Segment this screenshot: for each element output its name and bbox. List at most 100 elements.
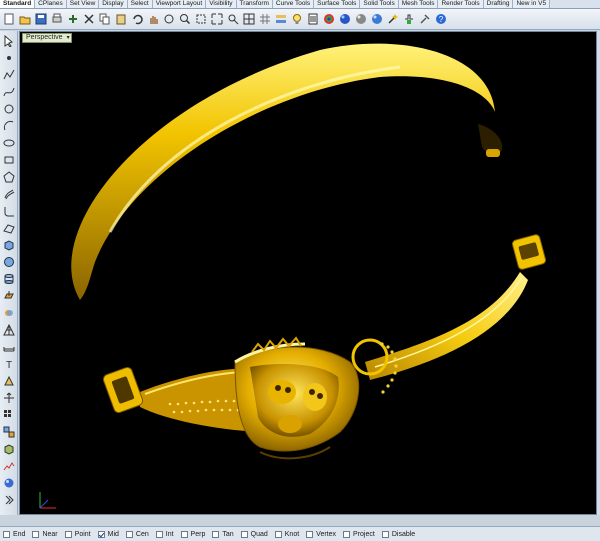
zoom-icon[interactable] xyxy=(178,12,192,26)
osnap-checkbox[interactable] xyxy=(343,530,351,538)
osnap-checkbox[interactable] xyxy=(240,530,248,538)
tab-new-in-v5[interactable]: New in V5 xyxy=(513,0,551,8)
cylinder-icon[interactable] xyxy=(2,272,16,286)
tab-cplanes[interactable]: CPlanes xyxy=(35,0,67,8)
surface-icon[interactable] xyxy=(2,221,16,235)
tab-standard[interactable]: Standard xyxy=(0,0,36,8)
viewport-menu-arrow-icon[interactable]: ▾ xyxy=(67,34,70,42)
grid-icon[interactable] xyxy=(258,12,272,26)
help-icon[interactable]: ? xyxy=(434,12,448,26)
osnap-cen[interactable]: Cen xyxy=(125,530,149,538)
zoom-window-icon[interactable] xyxy=(194,12,208,26)
lightbulb-icon[interactable] xyxy=(290,12,304,26)
sphere-icon[interactable] xyxy=(2,255,16,269)
tools-icon[interactable] xyxy=(418,12,432,26)
viewport-title-tab[interactable]: Perspective ▾ xyxy=(22,33,72,43)
rotate-view-icon[interactable] xyxy=(162,12,176,26)
zoom-selected-icon[interactable] xyxy=(226,12,240,26)
tab-surface-tools[interactable]: Surface Tools xyxy=(314,0,361,8)
render-icon[interactable] xyxy=(2,476,16,490)
osnap-checkbox[interactable] xyxy=(125,530,133,538)
undo-icon[interactable] xyxy=(130,12,144,26)
tab-select[interactable]: Select xyxy=(127,0,153,8)
array-icon[interactable] xyxy=(2,408,16,422)
osnap-disable[interactable]: Disable xyxy=(381,530,415,538)
group-icon[interactable] xyxy=(2,425,16,439)
osnap-quad[interactable]: Quad xyxy=(240,530,268,538)
properties-icon[interactable] xyxy=(306,12,320,26)
tab-render-tools[interactable]: Render Tools xyxy=(438,0,484,8)
arc-icon[interactable] xyxy=(2,119,16,133)
select-arrow-icon[interactable] xyxy=(2,34,16,48)
osnap-checkbox[interactable] xyxy=(97,530,105,538)
new-file-icon[interactable] xyxy=(2,12,16,26)
cut-icon[interactable] xyxy=(82,12,96,26)
osnap-near[interactable]: Near xyxy=(32,530,58,538)
tab-set-view[interactable]: Set View xyxy=(66,0,100,8)
osnap-project[interactable]: Project xyxy=(343,530,375,538)
wand-icon[interactable] xyxy=(386,12,400,26)
tab-mesh-tools[interactable]: Mesh Tools xyxy=(398,0,439,8)
text-icon[interactable]: T xyxy=(2,357,16,371)
osnap-tan[interactable]: Tan xyxy=(212,530,234,538)
expand-icon[interactable] xyxy=(2,493,16,507)
osnap-point[interactable]: Point xyxy=(64,530,91,538)
pan-hand-icon[interactable] xyxy=(146,12,160,26)
material-sphere-icon[interactable] xyxy=(322,12,336,26)
ellipse-icon[interactable] xyxy=(2,136,16,150)
perspective-viewport[interactable]: Perspective ▾ xyxy=(19,31,597,515)
osnap-checkbox[interactable] xyxy=(32,530,40,538)
tab-curve-tools[interactable]: Curve Tools xyxy=(272,0,315,8)
mesh-icon[interactable] xyxy=(2,323,16,337)
move-icon[interactable] xyxy=(2,391,16,405)
tab-visibility[interactable]: Visibility xyxy=(206,0,237,8)
paste-icon[interactable] xyxy=(114,12,128,26)
osnap-perp[interactable]: Perp xyxy=(180,530,205,538)
osnap-checkbox[interactable] xyxy=(3,530,10,538)
transform-icon[interactable] xyxy=(2,374,16,388)
osnap-mid[interactable]: Mid xyxy=(97,530,119,538)
curve-icon[interactable] xyxy=(2,85,16,99)
copy-icon[interactable] xyxy=(98,12,112,26)
layer-icon[interactable] xyxy=(274,12,288,26)
tab-display[interactable]: Display xyxy=(99,0,128,8)
block-icon[interactable] xyxy=(2,442,16,456)
osnap-checkbox[interactable] xyxy=(180,530,188,538)
zoom-extents-icon[interactable] xyxy=(210,12,224,26)
polyline-icon[interactable] xyxy=(2,68,16,82)
import-icon[interactable] xyxy=(66,12,80,26)
tab-solid-tools[interactable]: Solid Tools xyxy=(360,0,399,8)
osnap-checkbox[interactable] xyxy=(155,530,163,538)
tab-transform[interactable]: Transform xyxy=(236,0,273,8)
analyze-icon[interactable] xyxy=(2,459,16,473)
save-file-icon[interactable] xyxy=(34,12,48,26)
osnap-checkbox[interactable] xyxy=(64,530,72,538)
print-icon[interactable] xyxy=(50,12,64,26)
point-icon[interactable] xyxy=(2,51,16,65)
tab-drafting[interactable]: Drafting xyxy=(483,0,514,8)
osnap-end[interactable]: End xyxy=(3,530,25,538)
shaded-sphere-icon[interactable] xyxy=(370,12,384,26)
osnap-vertex[interactable]: Vertex xyxy=(306,530,336,538)
osnap-checkbox[interactable] xyxy=(306,530,314,538)
osnap-int[interactable]: Int xyxy=(155,530,174,538)
render-icon[interactable] xyxy=(338,12,352,26)
rectangle-icon[interactable] xyxy=(2,153,16,167)
extrude-icon[interactable] xyxy=(2,289,16,303)
open-file-icon[interactable] xyxy=(18,12,32,26)
osnap-checkbox[interactable] xyxy=(274,530,282,538)
circle-icon[interactable] xyxy=(2,102,16,116)
offset-icon[interactable] xyxy=(2,187,16,201)
boolean-icon[interactable] xyxy=(2,306,16,320)
osnap-checkbox[interactable] xyxy=(381,530,389,538)
dimension-icon[interactable] xyxy=(2,340,16,354)
osnap-knot[interactable]: Knot xyxy=(274,530,299,538)
four-viewports-icon[interactable] xyxy=(242,12,256,26)
snap-icon[interactable] xyxy=(402,12,416,26)
osnap-checkbox[interactable] xyxy=(212,530,220,538)
tab-viewport-layout[interactable]: Viewport Layout xyxy=(152,0,207,8)
fillet-icon[interactable] xyxy=(2,204,16,218)
box-icon[interactable] xyxy=(2,238,16,252)
polygon-icon[interactable] xyxy=(2,170,16,184)
rendered-sphere-icon[interactable] xyxy=(354,12,368,26)
